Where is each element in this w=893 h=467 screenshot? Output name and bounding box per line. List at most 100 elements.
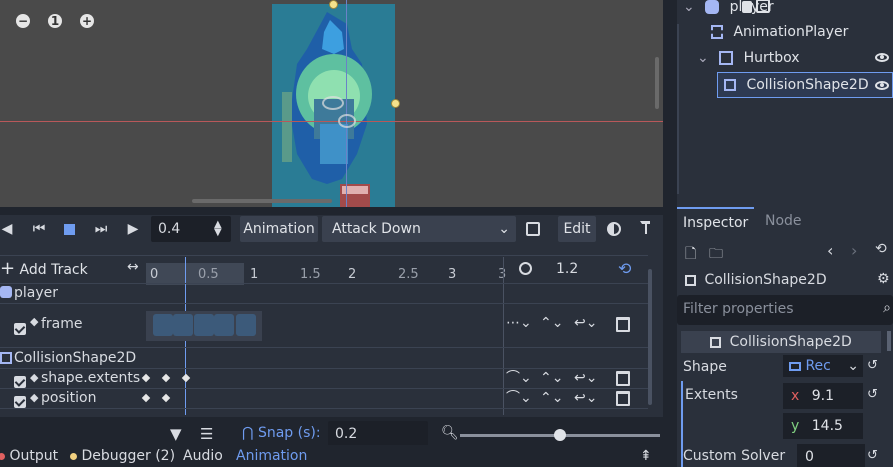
delete-track-icon[interactable] xyxy=(616,371,630,386)
chevron-down-icon[interactable]: ⌄ xyxy=(697,46,709,70)
delete-track-icon[interactable] xyxy=(616,317,630,332)
canvas-viewport[interactable]: − 1 + xyxy=(0,0,663,207)
resize-handle-top[interactable] xyxy=(329,0,338,9)
autoplay-icon[interactable] xyxy=(526,222,540,236)
expand-panel-icon[interactable]: ⇞ xyxy=(640,445,652,467)
revert-icon[interactable]: ↺ xyxy=(867,448,878,463)
extents-x-field[interactable]: x 9.1 xyxy=(783,383,863,409)
keyframe[interactable] xyxy=(181,373,191,383)
tab-output[interactable]: Output xyxy=(0,445,58,467)
filter-properties-input[interactable]: Filter properties ⌕ xyxy=(677,295,893,325)
frame-keyframe[interactable] xyxy=(194,314,214,336)
update-mode-icon[interactable]: ⌒⌄ xyxy=(506,368,532,388)
animation-menu-button[interactable]: Animation xyxy=(240,216,318,242)
loop-wrap-icon[interactable]: ↩⌄ xyxy=(574,368,597,388)
loop-wrap-icon[interactable]: ↩⌄ xyxy=(574,388,597,408)
track-row-position[interactable]: ◆ position ⌒⌄ ⌃⌄ ↩⌄ xyxy=(0,388,640,408)
shape-resource-picker[interactable]: Rec ⌄ xyxy=(783,355,863,377)
keyframe[interactable] xyxy=(161,373,171,383)
visibility-eye-icon[interactable] xyxy=(875,81,889,90)
origin-icon[interactable] xyxy=(338,114,356,128)
frame-keyframe[interactable] xyxy=(236,314,256,336)
tab-animation[interactable]: Animation xyxy=(236,445,307,467)
resize-handle-right[interactable] xyxy=(391,99,400,108)
tree-node-player[interactable]: ⌄ player xyxy=(683,0,774,19)
history-back-icon[interactable]: ‹ xyxy=(827,241,833,260)
snap-toggle[interactable]: ⋂ Snap (s): xyxy=(242,425,321,441)
area2d-icon xyxy=(719,51,734,65)
length-clock-icon xyxy=(519,262,532,275)
tracks-scrollbar[interactable] xyxy=(648,269,652,405)
history-icon[interactable]: ⟲ xyxy=(875,241,887,257)
spinner-arrows-icon[interactable]: ▲ ▼ xyxy=(214,220,222,238)
keyframe[interactable] xyxy=(141,373,151,383)
tree-node-hurtbox[interactable]: ⌄ Hurtbox xyxy=(697,46,893,70)
keyframe[interactable] xyxy=(141,393,151,403)
group-icon[interactable] xyxy=(755,0,770,13)
track-enabled-checkbox[interactable] xyxy=(14,396,26,408)
pivot-icon[interactable] xyxy=(322,96,344,110)
tab-audio[interactable]: Audio xyxy=(183,445,223,467)
zoom-in-button[interactable]: + xyxy=(80,14,94,28)
step-back-icon[interactable]: ⏮ xyxy=(28,215,50,243)
timeline-zoom-slider-grabber[interactable] xyxy=(554,429,566,441)
visibility-eye-icon[interactable] xyxy=(875,53,889,62)
play-icon[interactable]: ▶ xyxy=(124,215,142,243)
chevron-down-icon: ⌄ xyxy=(847,358,859,374)
script-icon[interactable] xyxy=(741,1,752,13)
interpolation-icon[interactable]: ⌃⌄ xyxy=(540,315,563,331)
new-resource-icon[interactable]: 🗋︎ xyxy=(685,243,696,267)
animation-length-field[interactable]: 1.2 xyxy=(556,261,578,277)
viewport-horizontal-scrollbar[interactable] xyxy=(192,199,332,203)
keyframe-type-icon: ◆ xyxy=(30,371,39,384)
update-mode-icon[interactable]: ⋯⌄ xyxy=(506,315,532,331)
edit-menu-button[interactable]: Edit xyxy=(558,216,596,242)
play-backwards-from-end-icon[interactable]: ◀ xyxy=(0,215,14,243)
track-list-icon[interactable]: ☰ xyxy=(200,425,213,443)
chevron-down-icon[interactable]: ⌄ xyxy=(683,0,695,19)
step-forward-icon[interactable]: ⏭ xyxy=(90,215,112,243)
onion-skin-icon[interactable] xyxy=(607,222,621,236)
custom-solver-bias-field[interactable]: 0 xyxy=(797,444,865,467)
interpolation-icon[interactable]: ⌃⌄ xyxy=(540,368,563,388)
tab-inspector[interactable]: Inspector xyxy=(677,207,755,235)
animation-select[interactable]: Attack Down ⌄ xyxy=(322,216,516,242)
track-row-shape-extents[interactable]: ◆ shape.extents ⌒⌄ ⌃⌄ ↩⌄ xyxy=(0,368,640,388)
rectangle-shape-icon xyxy=(789,361,801,371)
tab-debugger[interactable]: Debugger (2) xyxy=(70,445,175,467)
update-mode-icon[interactable]: ⌒⌄ xyxy=(506,388,532,408)
frame-keyframe[interactable] xyxy=(173,314,193,336)
tree-node-animationplayer[interactable]: AnimationPlayer xyxy=(711,20,848,44)
tab-node[interactable]: Node xyxy=(759,207,808,235)
inspected-object[interactable]: CollisionShape2D xyxy=(685,270,885,290)
revert-icon[interactable]: ↺ xyxy=(867,387,878,402)
history-forward-icon[interactable]: › xyxy=(851,241,857,260)
filter-icon[interactable]: ▼ xyxy=(170,425,182,443)
open-folder-icon[interactable]: 🗀︎ xyxy=(709,243,723,267)
delete-track-icon[interactable] xyxy=(616,391,630,406)
ruler-tick-label: 0 xyxy=(150,267,159,282)
zoom-width-icon[interactable]: ↔ xyxy=(127,259,139,275)
track-enabled-checkbox[interactable] xyxy=(14,376,26,388)
loop-icon[interactable]: ⟲ xyxy=(618,259,631,278)
section-header[interactable]: CollisionShape2D xyxy=(681,331,881,353)
zoom-reset-button[interactable]: 1 xyxy=(48,14,62,28)
tree-node-collisionshape2d[interactable]: CollisionShape2D xyxy=(717,72,893,98)
track-row-frame[interactable]: ◆ frame ⋯⌄ ⌃⌄ ↩⌄ xyxy=(0,303,640,347)
snap-step-field[interactable]: 0.2 xyxy=(328,421,428,447)
object-tools-icon[interactable]: ⚙ xyxy=(877,271,890,287)
add-track-button[interactable]: + Add Track xyxy=(0,257,88,281)
pin-icon[interactable] xyxy=(640,221,650,235)
track-enabled-checkbox[interactable] xyxy=(14,322,26,335)
frame-keyframe[interactable] xyxy=(214,314,234,336)
inspector-scrollbar[interactable] xyxy=(887,331,891,351)
interpolation-icon[interactable]: ⌃⌄ xyxy=(540,388,563,408)
zoom-out-button[interactable]: − xyxy=(16,14,30,28)
loop-wrap-icon[interactable]: ↩⌄ xyxy=(574,315,597,331)
keyframe[interactable] xyxy=(161,393,171,403)
frame-keyframe[interactable] xyxy=(153,314,173,336)
revert-icon[interactable]: ↺ xyxy=(867,358,878,373)
viewport-vertical-scrollbar[interactable] xyxy=(655,57,659,109)
extents-y-field[interactable]: y 14.5 xyxy=(783,413,863,439)
stop-icon[interactable] xyxy=(64,224,75,235)
